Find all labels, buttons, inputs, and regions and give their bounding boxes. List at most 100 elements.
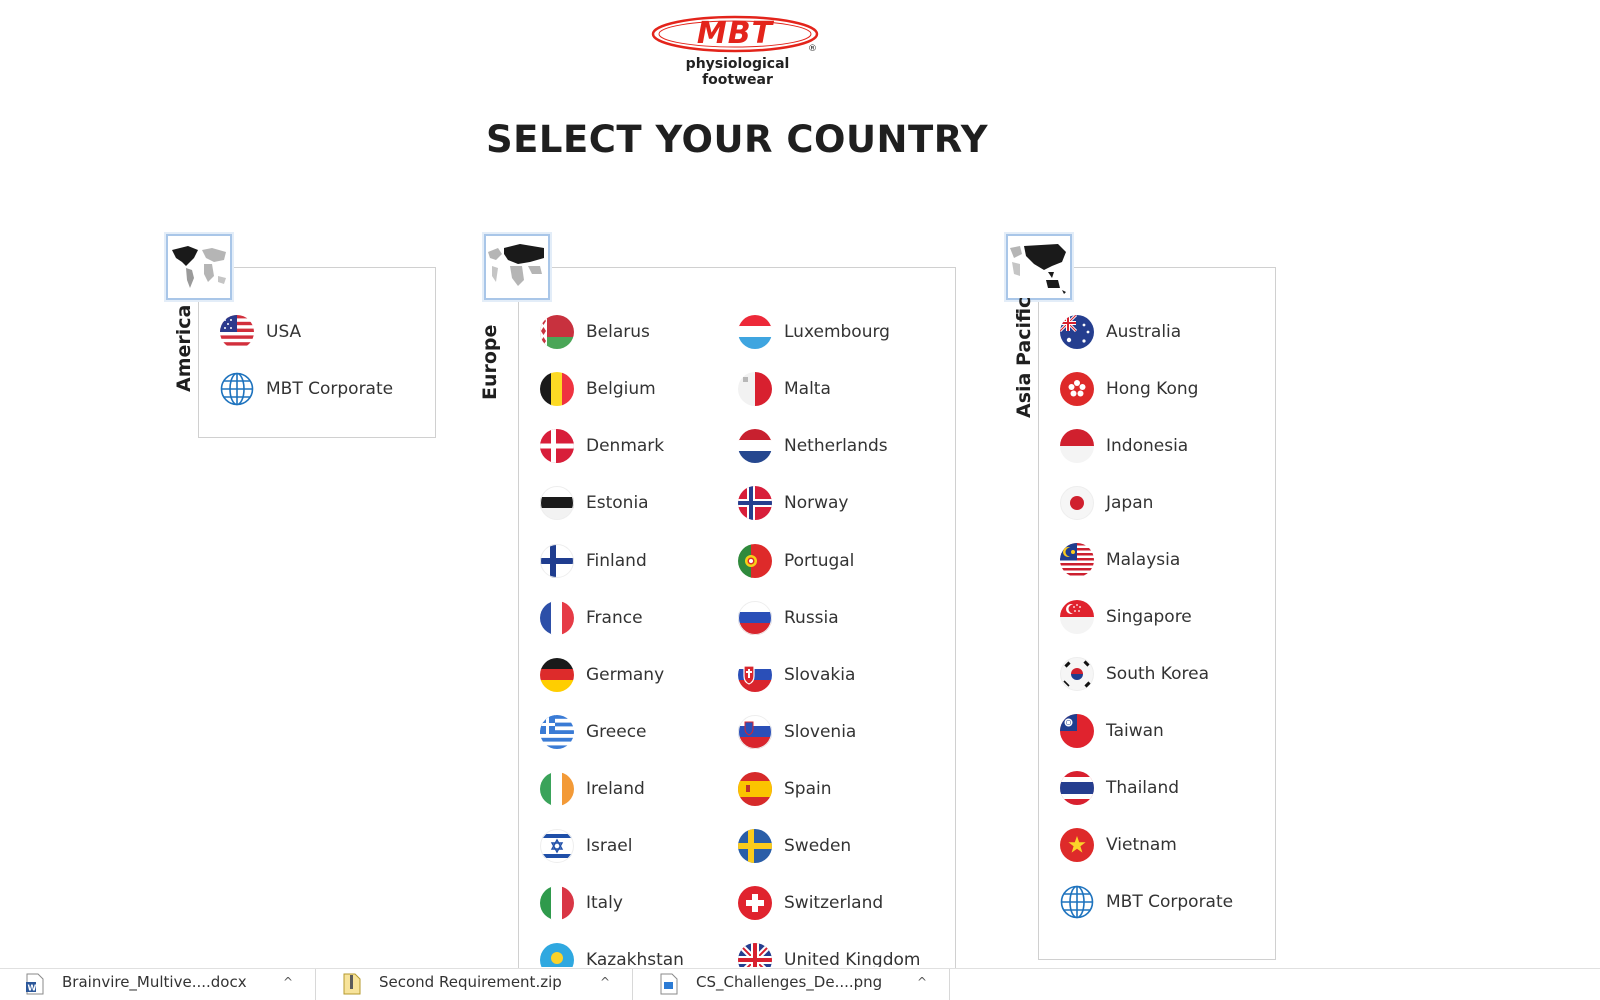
netherlands-flag-icon xyxy=(738,429,772,463)
luxembourg-flag-icon xyxy=(738,315,772,349)
country-name: France xyxy=(586,608,643,628)
country-luxembourg[interactable]: Luxembourg xyxy=(738,312,890,352)
country-malta[interactable]: Malta xyxy=(738,369,831,409)
country-mbt-corporate[interactable]: MBT Corporate xyxy=(1060,882,1233,922)
country-norway[interactable]: Norway xyxy=(738,483,849,523)
country-sweden[interactable]: Sweden xyxy=(738,826,851,866)
taiwan-flag-icon xyxy=(1060,714,1094,748)
country-netherlands[interactable]: Netherlands xyxy=(738,426,888,466)
logo-tagline: physiological footwear xyxy=(685,56,790,88)
hong-kong-flag-icon xyxy=(1060,372,1094,406)
country-belgium[interactable]: Belgium xyxy=(540,369,656,409)
sweden-flag-icon xyxy=(738,829,772,863)
country-thailand[interactable]: Thailand xyxy=(1060,768,1179,808)
country-indonesia[interactable]: Indonesia xyxy=(1060,426,1188,466)
slovenia-flag-icon xyxy=(738,715,772,749)
logo-registered-mark: ® xyxy=(808,44,817,54)
country-name: Australia xyxy=(1106,322,1182,342)
country-japan[interactable]: Japan xyxy=(1060,483,1153,523)
country-name: Denmark xyxy=(586,436,665,456)
country-denmark[interactable]: Denmark xyxy=(540,426,664,466)
svg-text:W: W xyxy=(28,984,37,993)
download-file-name: Second Requirement.zip xyxy=(379,973,562,991)
country-usa[interactable]: USA xyxy=(220,312,301,352)
estonia-flag-icon xyxy=(540,486,574,520)
germany-flag-icon xyxy=(540,658,574,692)
country-name: Singapore xyxy=(1106,607,1192,627)
country-taiwan[interactable]: Taiwan xyxy=(1060,711,1164,751)
download-file-name: CS_Challenges_De....png xyxy=(696,973,883,991)
country-portugal[interactable]: Portugal xyxy=(738,541,854,581)
world-map-asia-icon xyxy=(1006,234,1072,300)
belarus-flag-icon xyxy=(540,315,574,349)
country-russia[interactable]: Russia xyxy=(738,598,839,638)
country-name: Malaysia xyxy=(1106,550,1181,570)
japan-flag-icon xyxy=(1060,486,1094,520)
country-malaysia[interactable]: Malaysia xyxy=(1060,540,1180,580)
country-mbt-corporate[interactable]: MBT Corporate xyxy=(220,369,393,409)
country-name: Vietnam xyxy=(1106,835,1177,855)
russia-flag-icon xyxy=(738,601,772,635)
country-name: Italy xyxy=(586,893,623,913)
country-finland[interactable]: Finland xyxy=(540,541,647,581)
country-kazakhstan[interactable]: Kazakhstan xyxy=(540,940,684,967)
country-name: Estonia xyxy=(586,493,649,513)
usa-flag-icon xyxy=(220,315,254,349)
country-belarus[interactable]: Belarus xyxy=(540,312,650,352)
portugal-flag-icon xyxy=(738,544,772,578)
country-israel[interactable]: Israel xyxy=(540,826,632,866)
country-slovenia[interactable]: Slovenia xyxy=(738,712,856,752)
country-south-korea[interactable]: South Korea xyxy=(1060,654,1209,694)
country-name: Portugal xyxy=(784,551,855,571)
israel-flag-icon xyxy=(540,829,574,863)
download-caret-icon[interactable]: ^ xyxy=(917,975,927,989)
country-name: Indonesia xyxy=(1106,436,1189,456)
slovakia-flag-icon xyxy=(738,658,772,692)
country-italy[interactable]: Italy xyxy=(540,883,623,923)
country-spain[interactable]: Spain xyxy=(738,769,832,809)
country-name: Malta xyxy=(784,379,831,399)
country-singapore[interactable]: Singapore xyxy=(1060,597,1192,637)
finland-flag-icon xyxy=(540,544,574,578)
country-ireland[interactable]: Ireland xyxy=(540,769,645,809)
region-america-label: America xyxy=(173,304,195,392)
country-name: Switzerland xyxy=(784,893,884,913)
country-estonia[interactable]: Estonia xyxy=(540,483,649,523)
country-name: Thailand xyxy=(1106,778,1180,798)
country-france[interactable]: France xyxy=(540,598,643,638)
country-vietnam[interactable]: Vietnam xyxy=(1060,825,1177,865)
country-name: Israel xyxy=(586,836,633,856)
country-united-kingdom[interactable]: United Kingdom xyxy=(738,940,920,967)
kazakhstan-flag-icon xyxy=(540,943,574,967)
region-europe-label: Europe xyxy=(479,324,501,400)
country-slovakia[interactable]: Slovakia xyxy=(738,655,855,695)
download-item[interactable]: Second Requirement.zip ^ xyxy=(317,969,633,1000)
country-hong-kong[interactable]: Hong Kong xyxy=(1060,369,1198,409)
download-item[interactable]: CS_Challenges_De....png ^ xyxy=(634,969,950,1000)
greece-flag-icon xyxy=(540,715,574,749)
country-switzerland[interactable]: Switzerland xyxy=(738,883,883,923)
country-name: Germany xyxy=(586,665,665,685)
singapore-flag-icon xyxy=(1060,600,1094,634)
country-name: United Kingdom xyxy=(784,950,921,967)
download-item[interactable]: W Brainvire_Multive....docx ^ xyxy=(0,969,316,1000)
france-flag-icon xyxy=(540,601,574,635)
mbt-logo[interactable]: MBT ® physiological footwear xyxy=(650,14,825,88)
denmark-flag-icon xyxy=(540,429,574,463)
norway-flag-icon xyxy=(738,486,772,520)
thailand-flag-icon xyxy=(1060,771,1094,805)
country-name: Slovenia xyxy=(784,722,857,742)
download-caret-icon[interactable]: ^ xyxy=(283,975,293,989)
country-name: USA xyxy=(266,322,302,342)
country-name: Kazakhstan xyxy=(586,950,684,967)
country-name: Belgium xyxy=(586,379,656,399)
download-caret-icon[interactable]: ^ xyxy=(600,975,610,989)
europe-country-list: Belarus Belgium Denmark Estonia Finland xyxy=(518,262,956,967)
country-australia[interactable]: Australia xyxy=(1060,312,1181,352)
country-greece[interactable]: Greece xyxy=(540,712,647,752)
world-map-america-icon xyxy=(166,234,232,300)
country-germany[interactable]: Germany xyxy=(540,655,664,695)
italy-flag-icon xyxy=(540,886,574,920)
globe-icon xyxy=(1060,885,1094,919)
country-name: Japan xyxy=(1106,493,1154,513)
